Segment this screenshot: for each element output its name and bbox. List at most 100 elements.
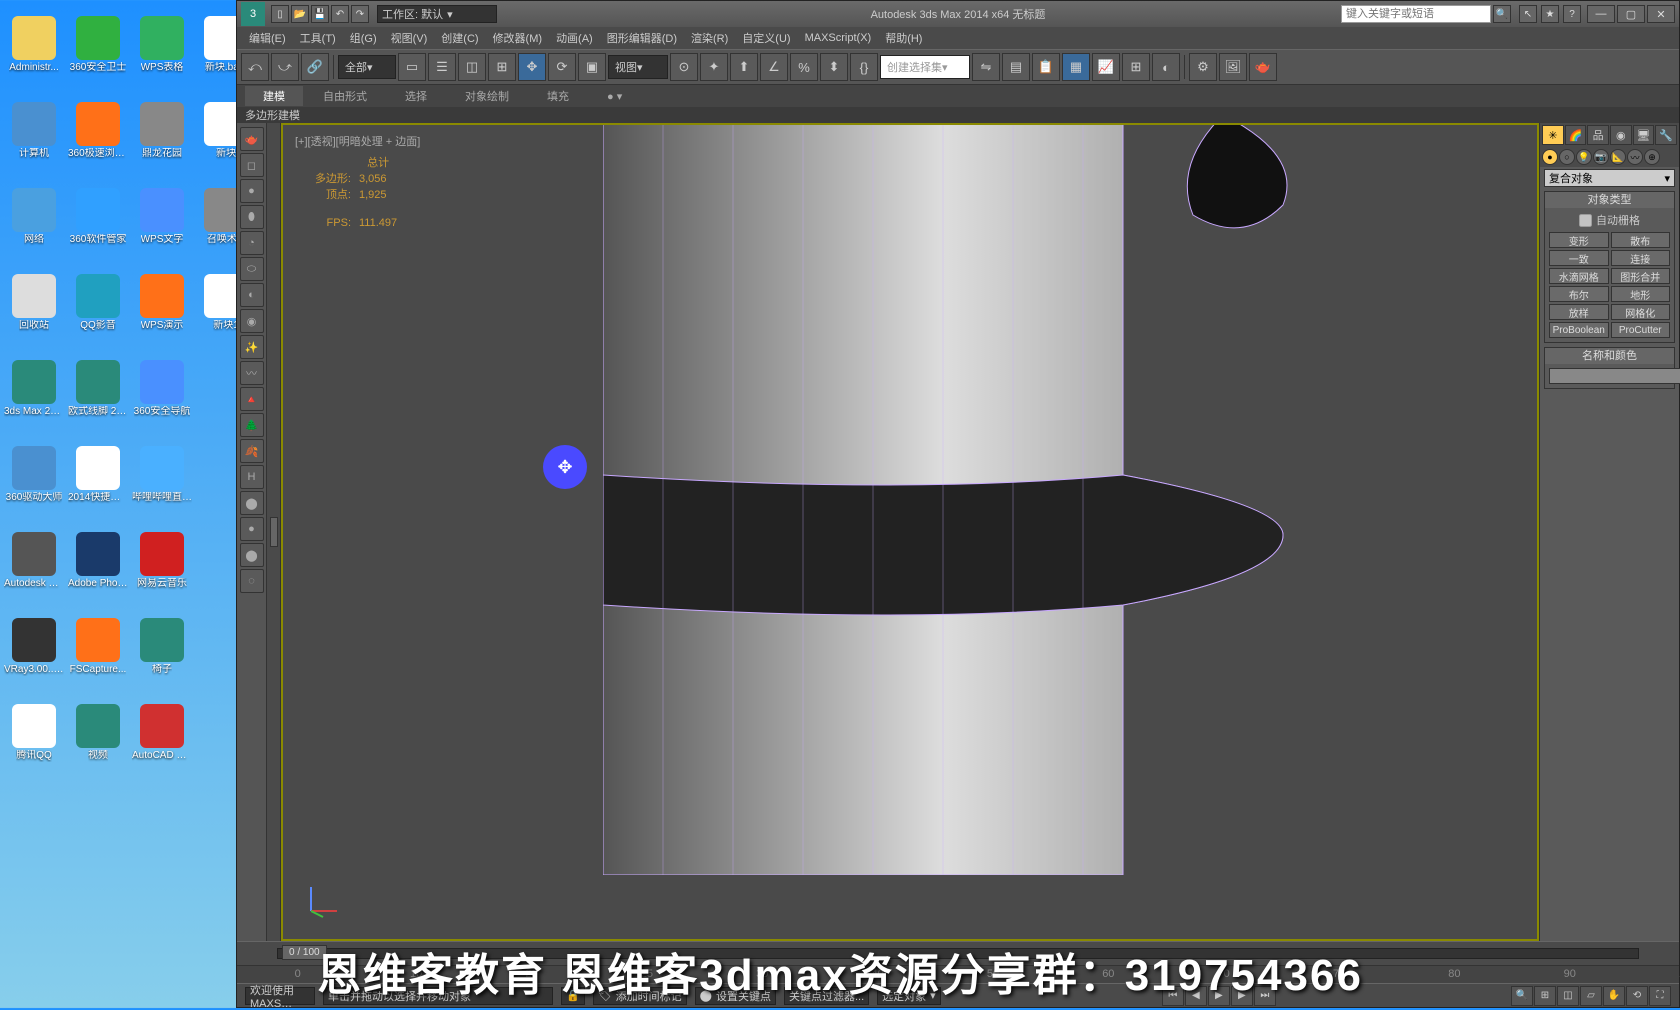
maximize-button[interactable]: ▢ bbox=[1617, 5, 1645, 23]
desktop-icon[interactable]: WPS演示 bbox=[132, 262, 192, 344]
ribbon-tab[interactable]: 选择 bbox=[387, 86, 445, 106]
ribbon-more-icon[interactable]: ● ▾ bbox=[589, 88, 640, 105]
primitive-button[interactable]: 〰 bbox=[240, 361, 264, 385]
hierarchy-tab-icon[interactable]: 品 bbox=[1587, 125, 1609, 145]
desktop-icon[interactable]: 哔哩哔哩直播姬 bbox=[132, 434, 192, 516]
render-setup-icon[interactable]: ⚙ bbox=[1189, 53, 1217, 81]
goto-end-icon[interactable]: ⏭ bbox=[1254, 986, 1276, 1006]
primitive-button[interactable]: H bbox=[240, 465, 264, 489]
ribbon-tab[interactable]: 自由形式 bbox=[305, 86, 385, 106]
utils-tab-icon[interactable]: 🔧 bbox=[1655, 125, 1677, 145]
desktop-icon[interactable]: 360极速浏览器 bbox=[68, 90, 128, 172]
curve-editor-icon[interactable]: 📈 bbox=[1092, 53, 1120, 81]
desktop-icon[interactable]: Adobe Photosh... bbox=[68, 520, 128, 602]
maxscript-mini[interactable]: 欢迎使用 MAXS… bbox=[245, 987, 315, 1005]
mirror-icon[interactable]: ⇋ bbox=[972, 53, 1000, 81]
render-icon[interactable]: 🫖 bbox=[1249, 53, 1277, 81]
menu-item[interactable]: 修改器(M) bbox=[487, 28, 549, 48]
minmax-vp-icon[interactable]: ⛶ bbox=[1649, 986, 1671, 1006]
ribbon-tab[interactable]: 对象绘制 bbox=[447, 86, 527, 106]
desktop-icon[interactable]: VRay3.00... x64 中英... bbox=[4, 606, 64, 688]
menu-item[interactable]: 视图(V) bbox=[385, 28, 434, 48]
menu-item[interactable]: 组(G) bbox=[344, 28, 383, 48]
select-name-icon[interactable]: ☰ bbox=[428, 53, 456, 81]
undo-link-icon[interactable]: ⤺ bbox=[241, 53, 269, 81]
prev-frame-icon[interactable]: ◀ bbox=[1185, 986, 1207, 1006]
sel-lock-dropdown[interactable]: 选定对象 ▾ bbox=[877, 987, 941, 1005]
rotate-tool-icon[interactable]: ⟳ bbox=[548, 53, 576, 81]
percent-snap-icon[interactable]: % bbox=[790, 53, 818, 81]
primitive-button[interactable]: ⬤ bbox=[240, 491, 264, 515]
ribbon-tab[interactable]: 建模 bbox=[245, 86, 303, 106]
ribbon-toggle-icon[interactable]: ▦ bbox=[1062, 53, 1090, 81]
render-frame-icon[interactable]: 🖼 bbox=[1219, 53, 1247, 81]
create-object-button[interactable]: 放样 bbox=[1549, 304, 1609, 320]
app-logo-icon[interactable]: 3 bbox=[241, 2, 265, 26]
create-object-button[interactable]: 地形 bbox=[1611, 286, 1671, 302]
search-input[interactable] bbox=[1341, 5, 1491, 23]
qat-button[interactable]: 💾 bbox=[311, 5, 329, 23]
primitive-button[interactable]: ⬭ bbox=[240, 257, 264, 281]
menu-item[interactable]: 创建(C) bbox=[435, 28, 484, 48]
add-time-tag[interactable]: 🏷 添加时间标记 bbox=[593, 987, 687, 1005]
window-crossing-icon[interactable]: ⊞ bbox=[488, 53, 516, 81]
desktop-icon[interactable]: 视频 bbox=[68, 692, 128, 774]
create-object-button[interactable]: 变形 bbox=[1549, 232, 1609, 248]
primitive-button[interactable]: ⬤ bbox=[240, 543, 264, 567]
desktop-icon[interactable]: 腾讯QQ bbox=[4, 692, 64, 774]
create-object-button[interactable]: ProCutter bbox=[1611, 322, 1671, 338]
layer-icon[interactable]: 📋 bbox=[1032, 53, 1060, 81]
primitive-button[interactable]: 🍂 bbox=[240, 439, 264, 463]
menu-item[interactable]: 工具(T) bbox=[294, 28, 342, 48]
rollout-object-type[interactable]: 对象类型 bbox=[1545, 192, 1674, 208]
primitive-button[interactable]: 🌲 bbox=[240, 413, 264, 437]
desktop-icon[interactable]: 计算机 bbox=[4, 90, 64, 172]
zoom-icon[interactable]: 🔍 bbox=[1511, 986, 1533, 1006]
redo-link-icon[interactable]: ⤻ bbox=[271, 53, 299, 81]
primitive-button[interactable]: ◌ bbox=[240, 569, 264, 593]
shape-cat-icon[interactable]: ○ bbox=[1559, 149, 1575, 165]
menu-item[interactable]: 帮助(H) bbox=[879, 28, 928, 48]
close-button[interactable]: ✕ bbox=[1647, 5, 1675, 23]
ribbon-tab[interactable]: 填充 bbox=[529, 86, 587, 106]
create-tab-icon[interactable]: ✳ bbox=[1542, 125, 1564, 145]
help-arrow-icon[interactable]: ↖ bbox=[1519, 5, 1537, 23]
primitive-button[interactable]: ✨ bbox=[240, 335, 264, 359]
primitive-button[interactable]: ◻ bbox=[240, 153, 264, 177]
qat-button[interactable]: ↷ bbox=[351, 5, 369, 23]
desktop-icon[interactable]: Autodesk 3ds Max... bbox=[4, 520, 64, 602]
spinner-snap-icon[interactable]: ⬍ bbox=[820, 53, 848, 81]
menu-item[interactable]: 动画(A) bbox=[550, 28, 599, 48]
rollout-name-color[interactable]: 名称和颜色 bbox=[1545, 348, 1674, 364]
menu-item[interactable]: 编辑(E) bbox=[243, 28, 292, 48]
desktop-icon[interactable]: QQ影音 bbox=[68, 262, 128, 344]
favorite-icon[interactable]: ★ bbox=[1541, 5, 1559, 23]
move-gizmo-icon[interactable]: ✥ bbox=[543, 445, 587, 489]
create-object-button[interactable]: 连接 bbox=[1611, 250, 1671, 266]
material-editor-icon[interactable]: ◐ bbox=[1152, 53, 1180, 81]
desktop-icon[interactable]: WPS表格 bbox=[132, 4, 192, 86]
set-key-button[interactable]: ⬤ 设置关键点 bbox=[695, 987, 776, 1005]
primitive-button[interactable]: 🔺 bbox=[240, 387, 264, 411]
desktop-icon[interactable]: 鼎龙花园 bbox=[132, 90, 192, 172]
move-tool-icon[interactable]: ✥ bbox=[518, 53, 546, 81]
desktop-icon[interactable]: 360安全导航 bbox=[132, 348, 192, 430]
scale-tool-icon[interactable]: ▣ bbox=[578, 53, 606, 81]
viewport-perspective[interactable]: [+][透视][明暗处理 + 边面] 总计 多边形:3,056 顶点:1,925… bbox=[281, 123, 1539, 941]
desktop-icon[interactable]: 欧式线脚 2011精华版 bbox=[68, 348, 128, 430]
select-region-icon[interactable]: ◫ bbox=[458, 53, 486, 81]
create-category-dropdown[interactable]: 复合对象▾ bbox=[1544, 169, 1675, 187]
select-icon[interactable]: ▭ bbox=[398, 53, 426, 81]
primitive-button[interactable]: ◔ bbox=[240, 231, 264, 255]
helper-cat-icon[interactable]: 📐 bbox=[1610, 149, 1626, 165]
zoom-all-icon[interactable]: ⊞ bbox=[1534, 986, 1556, 1006]
selection-lock-icon[interactable]: 🔒 bbox=[561, 987, 585, 1005]
desktop-icon[interactable]: 椅子 bbox=[132, 606, 192, 688]
orbit-icon[interactable]: ⟲ bbox=[1626, 986, 1648, 1006]
create-object-button[interactable]: 水滴网格 bbox=[1549, 268, 1609, 284]
help-icon[interactable]: ? bbox=[1563, 5, 1581, 23]
goto-start-icon[interactable]: ⏮ bbox=[1162, 986, 1184, 1006]
angle-snap-icon[interactable]: ∠ bbox=[760, 53, 788, 81]
camera-cat-icon[interactable]: 📷 bbox=[1593, 149, 1609, 165]
pan-icon[interactable]: ✋ bbox=[1603, 986, 1625, 1006]
